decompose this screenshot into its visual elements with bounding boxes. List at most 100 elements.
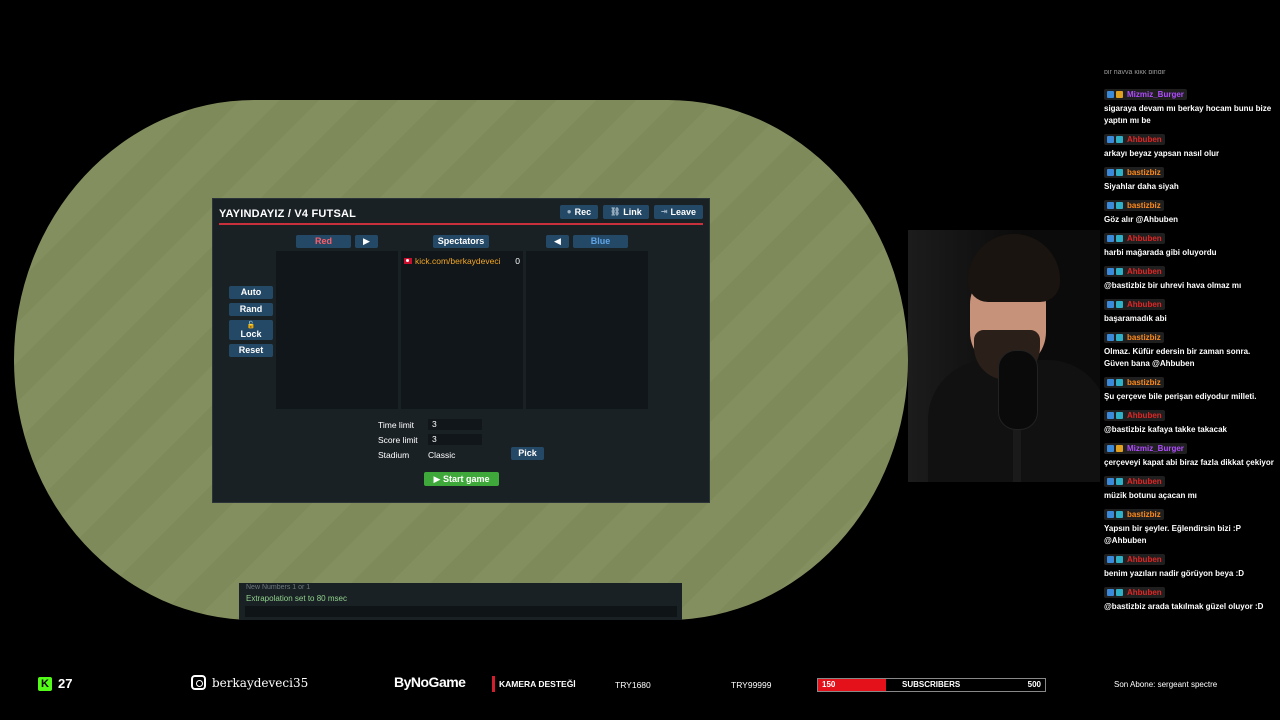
join-spectators-button[interactable]: Spectators xyxy=(433,235,489,248)
chat-message: Ahbuben harbi mağarada gibi oluyordu xyxy=(1104,233,1274,259)
join-red-button[interactable]: Red xyxy=(296,235,351,248)
score-limit-input[interactable]: 3 xyxy=(428,434,482,445)
reset-button[interactable]: Reset xyxy=(229,344,273,357)
user-badge-icon xyxy=(1116,445,1123,452)
chat-badges: bastizbiz xyxy=(1104,509,1164,520)
donation-goal-1: TRY1680 xyxy=(615,680,651,690)
chat-message: Ahbuben müzik botunu açacan mı xyxy=(1104,476,1274,502)
subscribers-goal: 500 xyxy=(1027,680,1041,689)
user-badge-icon xyxy=(1116,379,1123,386)
chat-username[interactable]: bastizbiz xyxy=(1127,377,1161,388)
user-badge-icon xyxy=(1116,202,1123,209)
platform-badge-icon xyxy=(1107,412,1114,419)
chat-message: bastizbiz Göz alır @Ahbuben xyxy=(1104,200,1274,226)
chat-username[interactable]: bastizbiz xyxy=(1127,332,1161,343)
instagram-name: berkaydeveci35 xyxy=(212,675,309,690)
platform-badge-icon xyxy=(1107,268,1114,275)
user-badge-icon xyxy=(1116,268,1123,275)
move-to-blue-button[interactable]: ◀ xyxy=(546,235,569,248)
platform-badge-icon xyxy=(1107,589,1114,596)
chat-username[interactable]: Mizmiz_Burger xyxy=(1127,89,1184,100)
platform-badge-icon xyxy=(1107,235,1114,242)
spectators-list[interactable]: kick.com/berkaydeveci 0 xyxy=(401,251,523,409)
leave-icon: ⇥ xyxy=(660,207,668,216)
chat-text: müzik botunu açacan mı xyxy=(1104,491,1197,500)
record-dot-icon: ● xyxy=(566,207,572,216)
chat-text: Göz alır @Ahbuben xyxy=(1104,215,1179,224)
chat-badges: Mizmiz_Burger xyxy=(1104,89,1187,100)
user-badge-icon xyxy=(1116,301,1123,308)
lock-label: Lock xyxy=(240,329,262,339)
chat-message: Mizmiz_Burger sigaraya devam mı berkay ho… xyxy=(1104,89,1274,127)
blue-team-list[interactable] xyxy=(526,251,648,409)
user-badge-icon xyxy=(1116,169,1123,176)
chat-text: @bastizbiz kafaya takke takacak xyxy=(1104,425,1227,434)
donation-goal-2: TRY99999 xyxy=(731,680,772,690)
viewer-count: 27 xyxy=(58,676,73,691)
chat-message: bastizbiz Olmaz. Küfür edersin bir zaman … xyxy=(1104,332,1274,370)
rand-button[interactable]: Rand xyxy=(229,303,273,316)
chat-badges: Mizmiz_Burger xyxy=(1104,443,1187,454)
stadium-value: Classic xyxy=(428,450,456,460)
log-line: New Numbers 1 or 1 xyxy=(246,584,311,590)
chat-message: Mizmiz_Burger çerçeveyi kapat abi biraz f… xyxy=(1104,443,1274,469)
chat-input[interactable] xyxy=(245,606,677,617)
room-header: YAYINDAYIZ / V4 FUTSAL ● Rec ⛓ Link ⇥ Leave xyxy=(219,205,703,225)
lock-button[interactable]: 🔓 Lock xyxy=(229,320,273,340)
subscribers-progress: 150 SUBSCRIBERS 500 xyxy=(817,678,1046,692)
pick-stadium-button[interactable]: Pick xyxy=(511,447,544,460)
bottom-overlay-bar: K 27 berkaydeveci35 ByNoGame KAMERA DEST… xyxy=(0,668,1280,700)
rec-button[interactable]: ● Rec xyxy=(559,205,599,219)
chat-badges: bastizbiz xyxy=(1104,200,1164,211)
leave-button[interactable]: ⇥ Leave xyxy=(653,205,703,219)
auto-button[interactable]: Auto xyxy=(229,286,273,299)
room-dialog: YAYINDAYIZ / V4 FUTSAL ● Rec ⛓ Link ⇥ Leave… xyxy=(212,198,710,503)
chat-username[interactable]: Ahbuben xyxy=(1127,266,1162,277)
chat-badges: bastizbiz xyxy=(1104,167,1164,178)
chat-username[interactable]: Ahbuben xyxy=(1127,410,1162,421)
player-score: 0 xyxy=(515,256,520,266)
chat-text: Yapsın bir şeyler. Eğlendirsin bizi :P @… xyxy=(1104,524,1241,545)
chat-badges: Ahbuben xyxy=(1104,266,1165,277)
platform-badge-icon xyxy=(1107,91,1114,98)
user-badge-icon xyxy=(1116,511,1123,518)
chat-badges: Ahbuben xyxy=(1104,410,1165,421)
chat-badges: Ahbuben xyxy=(1104,554,1165,565)
time-limit-input[interactable]: 3 xyxy=(428,419,482,430)
turkey-flag-icon xyxy=(404,258,412,264)
chat-username[interactable]: Ahbuben xyxy=(1127,134,1162,145)
chat-username[interactable]: Ahbuben xyxy=(1127,554,1162,565)
user-badge-icon xyxy=(1116,91,1123,98)
chat-message: Ahbuben @bastizbiz kafaya takke takacak xyxy=(1104,410,1274,436)
bynogame-logo: ByNoGame xyxy=(394,674,466,690)
chat-username[interactable]: Ahbuben xyxy=(1127,299,1162,310)
start-game-button[interactable]: ▶ Start game xyxy=(424,472,499,486)
platform-badge-icon xyxy=(1107,136,1114,143)
link-button[interactable]: ⛓ Link xyxy=(603,205,649,219)
platform-badge-icon xyxy=(1107,556,1114,563)
chat-username[interactable]: bastizbiz xyxy=(1127,200,1161,211)
chat-username[interactable]: bastizbiz xyxy=(1127,509,1161,520)
chat-text: çerçeveyi kapat abi biraz fazla dikkat ç… xyxy=(1104,458,1274,467)
user-badge-icon xyxy=(1116,235,1123,242)
join-blue-button[interactable]: Blue xyxy=(573,235,628,248)
player-row[interactable]: kick.com/berkaydeveci 0 xyxy=(401,254,523,268)
chat-text: harbi mağarada gibi oluyordu xyxy=(1104,248,1217,257)
chat-text: sigaraya devam mı berkay hocam bunu bize… xyxy=(1104,104,1272,125)
chat-badges: Ahbuben xyxy=(1104,299,1165,310)
stadium-label: Stadium xyxy=(378,450,410,460)
platform-badge-icon xyxy=(1107,511,1114,518)
player-name: kick.com/berkaydeveci xyxy=(415,256,501,266)
chat-message: bastizbiz Şu çerçeve bile perişan ediyodu… xyxy=(1104,377,1274,403)
chat-text: arkayı beyaz yapsan nasıl olur xyxy=(1104,149,1220,158)
chat-username[interactable]: Ahbuben xyxy=(1127,476,1162,487)
platform-badge-icon xyxy=(1107,169,1114,176)
chat-username[interactable]: Ahbuben xyxy=(1127,233,1162,244)
chat-username[interactable]: bastizbiz xyxy=(1127,167,1161,178)
red-team-list[interactable] xyxy=(276,251,398,409)
chat-panel: bir havva kikk bindir Mizmiz_Burger sigar… xyxy=(1104,70,1274,613)
chat-username[interactable]: Ahbuben xyxy=(1127,587,1162,598)
move-to-red-button[interactable]: ▶ xyxy=(355,235,378,248)
platform-badge-icon xyxy=(1107,445,1114,452)
chat-username[interactable]: Mizmiz_Burger xyxy=(1127,443,1184,454)
